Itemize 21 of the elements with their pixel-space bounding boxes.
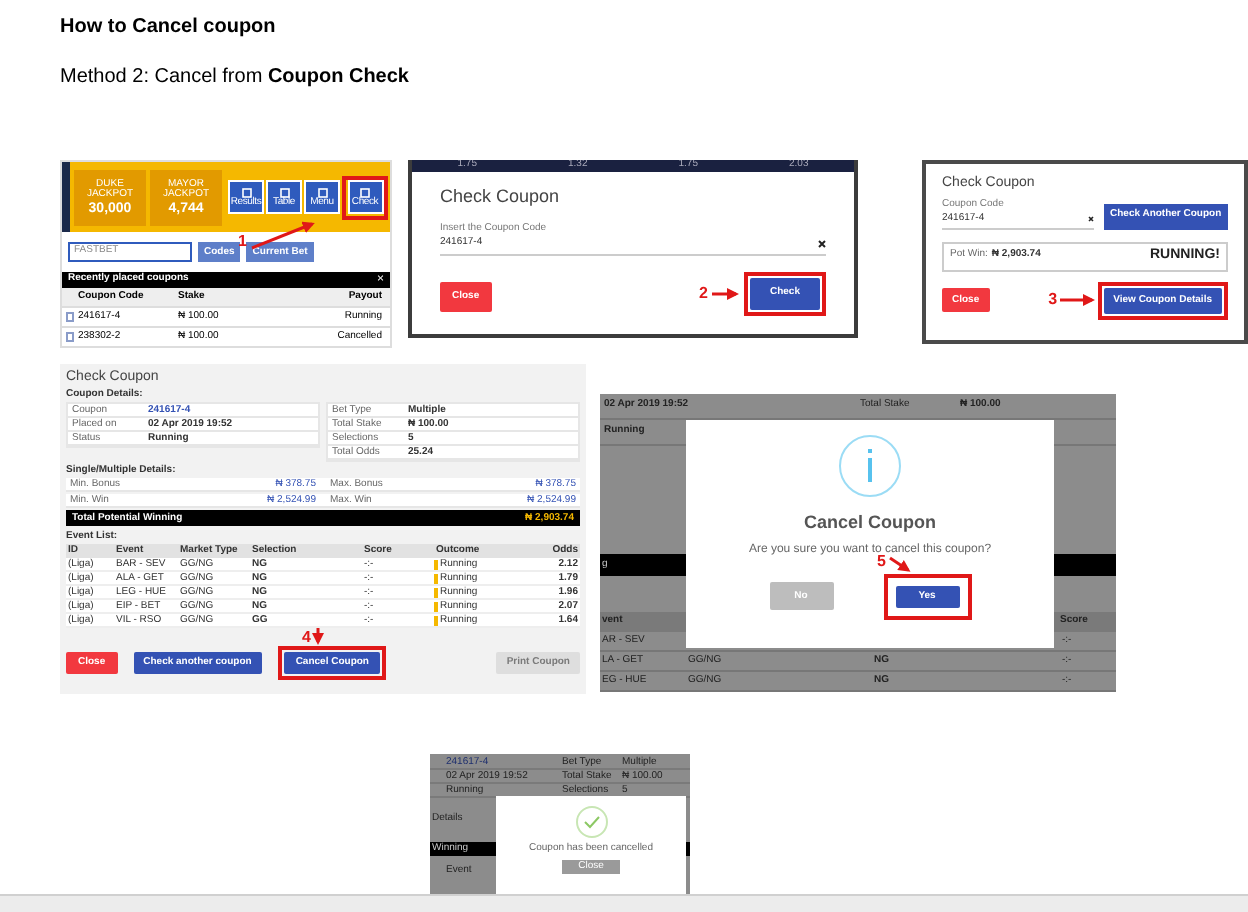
- nav-icon: [241, 187, 251, 198]
- pointer-arrow: [711, 287, 740, 299]
- dialog-title: Check Coupon: [440, 184, 562, 210]
- sidebar-strip: [62, 162, 70, 233]
- step-number: 1: [238, 232, 247, 251]
- info-icon: [838, 434, 902, 498]
- dialog-title: Cancel Coupon: [803, 510, 936, 536]
- nav-icon: [279, 187, 289, 198]
- pointer-arrow: [1059, 294, 1096, 306]
- clear-icon[interactable]: [1088, 216, 1094, 223]
- step-number: 5: [877, 553, 886, 569]
- check-icon: [575, 806, 607, 838]
- clear-icon[interactable]: [818, 239, 826, 248]
- page-heading: How to Cancel coupon: [60, 14, 278, 42]
- pointer-arrow: [246, 218, 319, 251]
- nav-icon: [360, 187, 370, 198]
- step-number: 3: [1048, 292, 1058, 308]
- step-number: 2: [699, 285, 708, 301]
- nav-icon: [317, 187, 327, 198]
- method-text: Method 2: Cancel from Coupon Check: [60, 64, 411, 92]
- step-number: 4: [302, 629, 311, 645]
